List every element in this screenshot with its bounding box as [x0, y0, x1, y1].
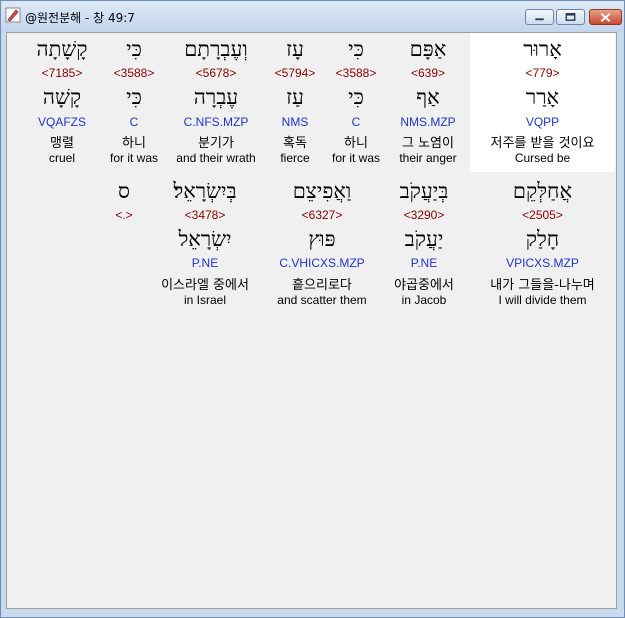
hebrew-word: אֲחַלְּקֵם	[512, 179, 573, 203]
strong-number: <6327>	[301, 208, 343, 222]
analysis-panel[interactable]: אָרוּר <779> אָרַר VQPP 저주를 받을 것이요 Curse…	[6, 32, 617, 609]
strong-number: <2505>	[522, 208, 563, 222]
window-title: @원전분해 - 창 49:7	[25, 11, 135, 25]
hebrew-word: בְּיִשְׂרָאֵל׃	[173, 179, 237, 203]
english-gloss: I will divide them	[498, 293, 587, 307]
hebrew-word: קָשָׁתָה	[36, 37, 88, 61]
korean-gloss: 내가 그들을-나누며	[490, 278, 595, 293]
minimize-button[interactable]	[525, 9, 554, 25]
maximize-icon	[565, 13, 576, 21]
app-pencil-icon	[5, 7, 21, 23]
hebrew-word: וַאֲפִיצֵם	[292, 179, 352, 203]
title-bar[interactable]: @원전분해 - 창 49:7	[1, 1, 624, 32]
maximize-button[interactable]	[556, 9, 585, 25]
word-cell[interactable]: בְּיִשְׂרָאֵל׃ <3478> יִשְׂרָאֵל P.NE 이스…	[147, 33, 263, 313]
morph-code: P.NE	[410, 256, 438, 270]
word-cell[interactable]: בְּיַעֲקֹב <3290> יַעֲקֹב P.NE 야곱중에서 in …	[383, 33, 465, 313]
english-gloss: and scatter them	[277, 293, 367, 307]
close-icon	[600, 13, 611, 22]
minimize-icon	[535, 18, 544, 21]
word-cell[interactable]: וַאֲפִיצֵם <6327> פּוּץ C.VHICXS.MZP 흩으리…	[269, 33, 375, 313]
english-gloss: in Israel	[183, 293, 227, 307]
hebrew-word: ס	[118, 179, 130, 203]
strong-number: <3478>	[184, 208, 226, 222]
hebrew-root: יַעֲקֹב	[404, 227, 444, 251]
korean-gloss: 맹렬	[50, 136, 74, 151]
strong-number: <.>	[115, 208, 133, 222]
english-gloss: in Jacob	[401, 293, 447, 307]
close-button[interactable]	[589, 9, 622, 25]
strong-number: <7185>	[41, 66, 83, 80]
strong-number: <3290>	[403, 208, 445, 222]
word-cell[interactable]: קָשָׁתָה <7185> קָשָׁה VQAFZS 맹렬 cruel	[29, 33, 95, 173]
hebrew-root: יִשְׂרָאֵל	[178, 227, 232, 251]
app-window: @원전분해 - 창 49:7 אָרוּר <779> אָרַר VQPP 저…	[0, 0, 625, 618]
korean-gloss: 야곱중에서	[394, 278, 454, 293]
hebrew-root: קָשָׁה	[42, 85, 82, 109]
morph-code: C.VHICXS.MZP	[279, 256, 365, 270]
hebrew-root: פּוּץ	[308, 227, 336, 251]
korean-gloss: 흩으리로다	[292, 278, 352, 293]
morph-code: VPICXS.MZP	[506, 256, 579, 270]
hebrew-root: חָלַק	[525, 227, 560, 251]
morph-code: P.NE	[191, 256, 219, 270]
english-gloss: cruel	[48, 151, 75, 165]
hebrew-word: בְּיַעֲקֹב	[399, 179, 449, 203]
korean-gloss: 이스라엘 중에서	[161, 278, 249, 293]
word-cell[interactable]: אֲחַלְּקֵם <2505> חָלַק VPICXS.MZP 내가 그들…	[470, 33, 615, 313]
morph-code: VQAFZS	[37, 115, 86, 129]
word-cell[interactable]: ס <.>	[107, 33, 141, 313]
